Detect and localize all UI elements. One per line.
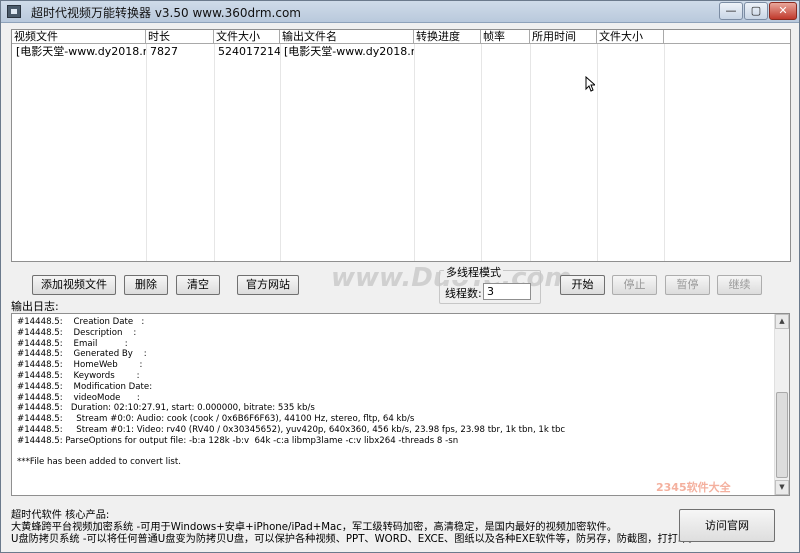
grid-line [214, 44, 215, 261]
log-line: #14448.5: Description : [17, 327, 137, 338]
log-line: #14448.5: Modification Date: [17, 381, 153, 392]
column-duration[interactable]: 时长 [146, 30, 214, 44]
visit-website-button[interactable]: 访问官网 [679, 509, 775, 542]
log-line: #14448.5: HomeWeb : [17, 360, 143, 371]
cell-video-file: [电影天堂-www.dy2018.net... [16, 45, 146, 58]
grid-line [414, 44, 415, 261]
output-log-label: 输出日志: [11, 300, 59, 313]
cell-output-name: [电影天堂-www.dy2018.ne... [284, 45, 414, 58]
log-line: #14448.5: Duration: 02:10:27.91, start: … [17, 403, 315, 414]
column-frame-rate[interactable]: 帧率 [481, 30, 530, 44]
grid-line [146, 44, 147, 261]
column-elapsed-time[interactable]: 所用时间 [530, 30, 597, 44]
column-video-file[interactable]: 视频文件 [12, 30, 146, 44]
corner-watermark: 2345软件大全 [656, 481, 731, 494]
video-file-list[interactable]: 视频文件 时长 文件大小 输出文件名 转换进度 帧率 所用时间 文件大小 [电影… [11, 29, 791, 262]
product-line-usb: U盘防拷贝系统 -可以将任何普通U盘变为防拷贝U盘，可以保护各种视频、PPT、W… [11, 534, 699, 545]
resume-button[interactable]: 继续 [717, 275, 762, 295]
list-header: 视频文件 时长 文件大小 输出文件名 转换进度 帧率 所用时间 文件大小 [12, 30, 790, 44]
column-output-size[interactable]: 文件大小 [597, 30, 664, 44]
grid-line [481, 44, 482, 261]
grid-line [530, 44, 531, 261]
log-line: #14448.5: Generated By : [17, 349, 147, 360]
scroll-down-icon[interactable]: ▼ [775, 480, 789, 495]
log-line: #14448.5: Email : [17, 338, 128, 349]
stop-button[interactable]: 停止 [612, 275, 657, 295]
thread-count-input[interactable]: 3 [483, 283, 531, 300]
cell-duration: 7827 [150, 45, 178, 58]
grid-line [597, 44, 598, 261]
log-line: #14448.5: videoMode : [17, 392, 140, 403]
mouse-cursor-icon [585, 76, 595, 92]
grid-line [280, 44, 281, 261]
grid-line [664, 44, 665, 261]
multithread-group-title: 多线程模式 [444, 264, 503, 280]
log-line: #14448.5: ParseOptions for output file: … [17, 435, 459, 446]
minimize-button[interactable]: — [719, 2, 743, 20]
table-row[interactable]: [电影天堂-www.dy2018.net... 7827 524017214 [… [12, 44, 790, 59]
log-line: ***File has been added to convert list. [17, 457, 181, 468]
log-lines: #14448.5: Creation Date : #14448.5: Desc… [17, 317, 772, 468]
close-button[interactable]: ✕ [769, 2, 797, 20]
app-icon [7, 5, 21, 18]
log-line: #14448.5: Stream #0:1: Video: rv40 (RV40… [17, 424, 566, 435]
log-line: #14448.5: Creation Date : [17, 317, 145, 327]
main-window: 超时代视频万能转换器 v3.50 www.360drm.com — ▢ ✕ 视频… [0, 0, 800, 553]
add-video-button[interactable]: 添加视频文件 [32, 275, 116, 295]
official-site-button[interactable]: 官方网站 [237, 275, 299, 295]
log-line: #14448.5: Stream #0:0: Audio: cook (cook… [17, 414, 415, 425]
title-bar: 超时代视频万能转换器 v3.50 www.360drm.com — ▢ ✕ [1, 1, 799, 23]
cell-file-size: 524017214 [218, 45, 280, 58]
column-file-size[interactable]: 文件大小 [214, 30, 280, 44]
column-output-name[interactable]: 输出文件名 [280, 30, 414, 44]
delete-button[interactable]: 删除 [124, 275, 168, 295]
clear-button[interactable]: 清空 [176, 275, 220, 295]
log-scrollbar[interactable]: ▲ ▼ [774, 314, 789, 495]
pause-button[interactable]: 暂停 [665, 275, 710, 295]
log-line: #14448.5: Keywords : [17, 370, 140, 381]
scroll-up-icon[interactable]: ▲ [775, 314, 789, 329]
maximize-button[interactable]: ▢ [744, 2, 768, 20]
scroll-thumb[interactable] [776, 392, 788, 478]
window-title: 超时代视频万能转换器 v3.50 www.360drm.com [31, 6, 301, 20]
thread-count-label: 线程数: [445, 287, 482, 300]
start-button[interactable]: 开始 [560, 275, 605, 295]
output-log[interactable]: #14448.5: Creation Date : #14448.5: Desc… [11, 313, 790, 496]
column-progress[interactable]: 转换进度 [414, 30, 481, 44]
